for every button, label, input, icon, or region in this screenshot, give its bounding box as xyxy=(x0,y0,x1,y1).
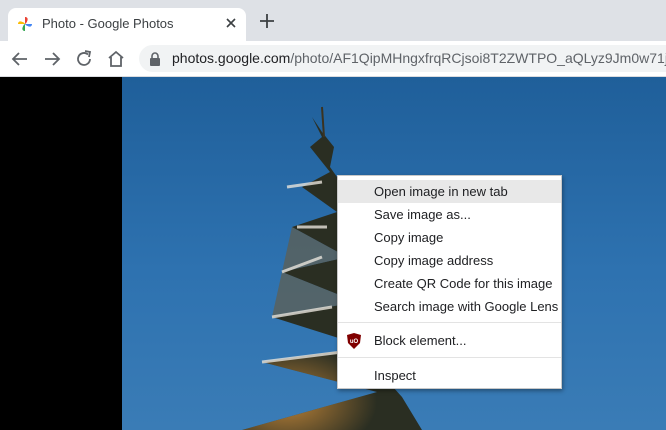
menu-item-label: Inspect xyxy=(374,368,416,383)
close-tab-icon[interactable] xyxy=(222,14,240,32)
url-host: photos.google.com xyxy=(172,50,291,66)
menu-item-open-image-new-tab[interactable]: Open image in new tab xyxy=(338,180,561,203)
menu-item-save-image-as[interactable]: Save image as... xyxy=(338,203,561,226)
menu-item-search-google-lens[interactable]: Search image with Google Lens xyxy=(338,295,561,318)
menu-item-label: Open image in new tab xyxy=(374,184,508,199)
photo-viewer xyxy=(0,77,666,430)
address-bar[interactable]: photos.google.com/photo/AF1QipMHngxfrqRC… xyxy=(139,45,666,72)
reload-icon[interactable] xyxy=(73,48,95,70)
menu-separator xyxy=(338,357,561,358)
menu-item-label: Create QR Code for this image xyxy=(374,276,553,291)
ublock-origin-icon: uO xyxy=(347,333,361,349)
back-arrow-icon[interactable] xyxy=(9,48,31,70)
menu-item-label: Save image as... xyxy=(374,207,471,222)
tab-title: Photo - Google Photos xyxy=(42,16,174,31)
menu-separator xyxy=(338,322,561,323)
context-menu: Open image in new tab Save image as... C… xyxy=(337,175,562,389)
menu-item-inspect[interactable]: Inspect xyxy=(338,364,561,387)
browser-toolbar: photos.google.com/photo/AF1QipMHngxfrqRC… xyxy=(0,41,666,77)
lock-icon[interactable] xyxy=(149,52,161,66)
menu-item-label: Block element... xyxy=(374,333,467,348)
tab-google-photos[interactable]: Photo - Google Photos xyxy=(8,8,246,41)
google-photos-icon xyxy=(18,17,32,31)
tab-strip: Photo - Google Photos xyxy=(0,0,666,41)
home-icon[interactable] xyxy=(105,48,127,70)
menu-item-label: Copy image address xyxy=(374,253,494,268)
menu-item-create-qr-code[interactable]: Create QR Code for this image xyxy=(338,272,561,295)
menu-item-label: Search image with Google Lens xyxy=(374,299,559,314)
url-path: /photo/AF1QipMHngxfrqRCjsoi8T2ZWTPO_aQLy… xyxy=(290,50,666,66)
menu-item-copy-image[interactable]: Copy image xyxy=(338,226,561,249)
menu-item-block-element[interactable]: uO Block element... xyxy=(338,329,561,352)
url-text[interactable]: photos.google.com/photo/AF1QipMHngxfrqRC… xyxy=(172,50,666,66)
new-tab-icon[interactable] xyxy=(257,11,277,31)
menu-item-label: Copy image xyxy=(374,230,444,245)
menu-item-copy-image-address[interactable]: Copy image address xyxy=(338,249,561,272)
svg-text:uO: uO xyxy=(350,339,359,345)
forward-arrow-icon[interactable] xyxy=(41,48,63,70)
